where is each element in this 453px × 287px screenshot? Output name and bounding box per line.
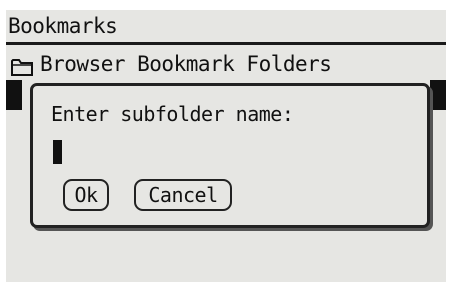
list-item-label: Browser Bookmark Folders — [40, 52, 332, 76]
title-divider — [6, 42, 446, 45]
dialog-prompt: Enter subfolder name: — [51, 102, 294, 126]
ok-button[interactable]: Ok — [63, 179, 109, 211]
subfolder-name-dialog: Enter subfolder name: Ok Cancel — [30, 83, 430, 228]
subfolder-name-input[interactable] — [51, 138, 351, 166]
list-item-browser-bookmark-folders[interactable]: Browser Bookmark Folders — [6, 48, 446, 80]
text-cursor — [53, 140, 62, 164]
device-screen: Bookmarks Browser Bookmark Folders Enter… — [6, 10, 446, 282]
folder-icon — [10, 54, 36, 76]
selection-highlight-left — [6, 80, 22, 110]
selection-highlight-right — [430, 80, 446, 110]
screen-title: Bookmarks — [8, 14, 118, 38]
cancel-button[interactable]: Cancel — [134, 179, 232, 211]
